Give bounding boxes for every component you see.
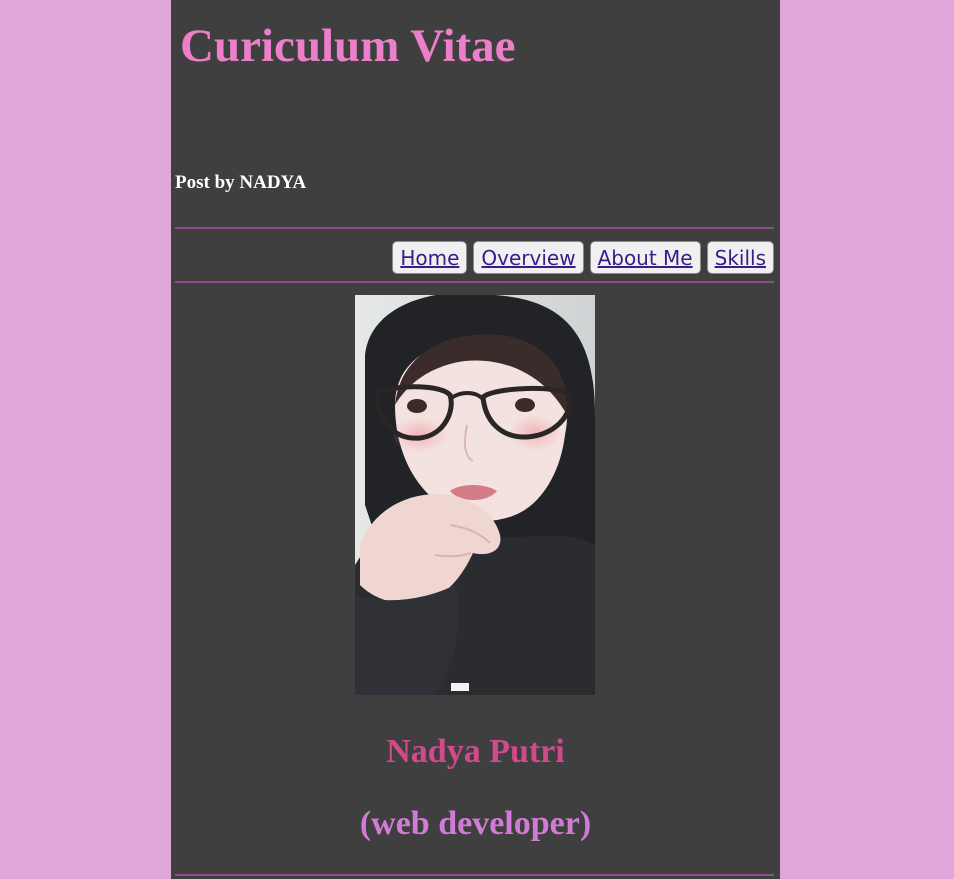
- nav-home-button[interactable]: Home: [392, 241, 468, 274]
- nav-skills-button[interactable]: Skills: [706, 241, 774, 274]
- page-title: Curiculum Vitae: [180, 20, 516, 72]
- profile-photo-illustration: [355, 295, 595, 695]
- divider-bottom: [175, 874, 774, 876]
- author-line: Post by NADYA: [175, 172, 307, 193]
- profile-photo: [355, 295, 595, 695]
- cv-page: Curiculum Vitae Post by NADYA Home Overv…: [171, 0, 780, 879]
- nav-about-me-button[interactable]: About Me: [589, 241, 701, 274]
- profile-role: (web developer): [359, 805, 592, 842]
- divider-nav: [175, 281, 774, 283]
- nav-overview-button[interactable]: Overview: [473, 241, 584, 274]
- main-nav: Home Overview About Me Skills: [392, 241, 774, 274]
- profile-name: Nadya Putri: [386, 733, 565, 770]
- divider-top: [175, 227, 774, 229]
